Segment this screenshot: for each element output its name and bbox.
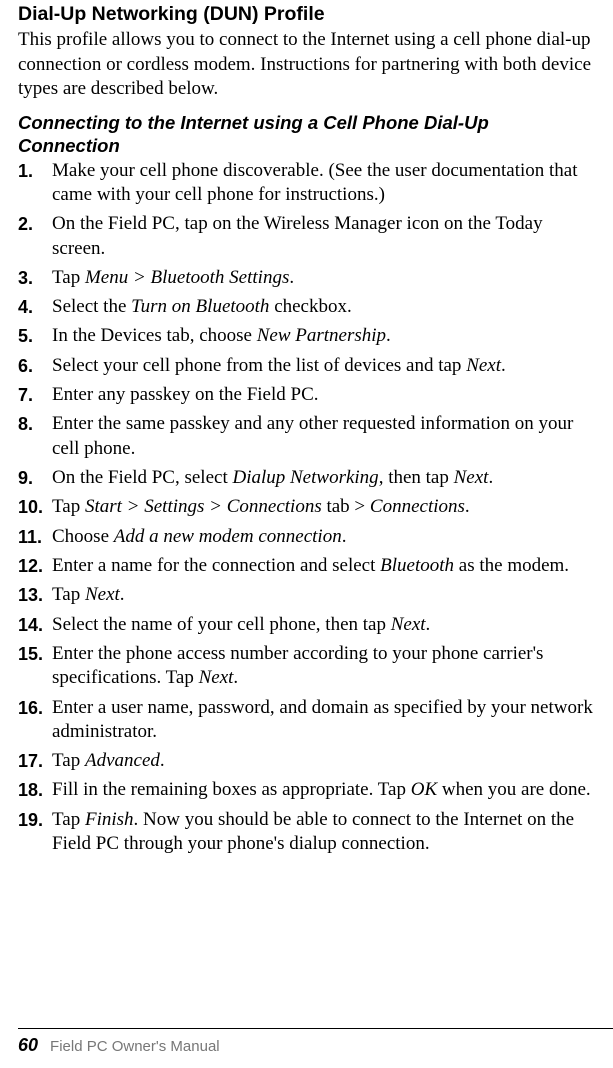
- list-item: 15. Enter the phone access number accord…: [18, 642, 595, 691]
- list-item: 2. On the Field PC, tap on the Wireless …: [18, 212, 595, 261]
- step-number: 13.: [18, 583, 52, 607]
- step-number: 17.: [18, 749, 52, 773]
- intro-paragraph: This profile allows you to connect to th…: [18, 28, 595, 101]
- step-number: 14.: [18, 613, 52, 637]
- list-item: 4. Select the Turn on Bluetooth checkbox…: [18, 295, 595, 319]
- step-number: 8.: [18, 412, 52, 436]
- step-text: Enter the same passkey and any other req…: [52, 412, 595, 461]
- step-text: Tap Menu > Bluetooth Settings.: [52, 266, 595, 290]
- step-number: 7.: [18, 383, 52, 407]
- list-item: 16. Enter a user name, password, and dom…: [18, 696, 595, 745]
- list-item: 7. Enter any passkey on the Field PC.: [18, 383, 595, 407]
- steps-list: 1. Make your cell phone discoverable. (S…: [18, 159, 595, 857]
- list-item: 3. Tap Menu > Bluetooth Settings.: [18, 266, 595, 290]
- step-text: In the Devices tab, choose New Partnersh…: [52, 324, 595, 348]
- step-number: 1.: [18, 159, 52, 183]
- list-item: 13. Tap Next.: [18, 583, 595, 607]
- step-number: 3.: [18, 266, 52, 290]
- step-text: Choose Add a new modem connection.: [52, 525, 595, 549]
- list-item: 6. Select your cell phone from the list …: [18, 354, 595, 378]
- list-item: 14. Select the name of your cell phone, …: [18, 613, 595, 637]
- list-item: 1. Make your cell phone discoverable. (S…: [18, 159, 595, 208]
- step-number: 2.: [18, 212, 52, 236]
- step-number: 19.: [18, 808, 52, 832]
- step-text: Tap Advanced.: [52, 749, 595, 773]
- list-item: 5. In the Devices tab, choose New Partne…: [18, 324, 595, 348]
- step-number: 4.: [18, 295, 52, 319]
- step-text: Tap Finish. Now you should be able to co…: [52, 808, 595, 857]
- list-item: 12. Enter a name for the connection and …: [18, 554, 595, 578]
- step-text: Tap Start > Settings > Connections tab >…: [52, 495, 595, 519]
- step-text: Enter a user name, password, and domain …: [52, 696, 595, 745]
- step-text: On the Field PC, tap on the Wireless Man…: [52, 212, 595, 261]
- step-text: Fill in the remaining boxes as appropria…: [52, 778, 595, 802]
- step-text: Make your cell phone discoverable. (See …: [52, 159, 595, 208]
- page-number: 60: [18, 1035, 38, 1055]
- step-text: On the Field PC, select Dialup Networkin…: [52, 466, 595, 490]
- page-footer: 60 Field PC Owner's Manual: [18, 1028, 613, 1056]
- section-heading: Dial-Up Networking (DUN) Profile: [18, 2, 595, 26]
- step-number: 5.: [18, 324, 52, 348]
- list-item: 19. Tap Finish. Now you should be able t…: [18, 808, 595, 857]
- list-item: 18. Fill in the remaining boxes as appro…: [18, 778, 595, 802]
- document-page: Dial-Up Networking (DUN) Profile This pr…: [0, 0, 613, 1068]
- step-number: 16.: [18, 696, 52, 720]
- step-number: 6.: [18, 354, 52, 378]
- step-text: Select the name of your cell phone, then…: [52, 613, 595, 637]
- step-text: Tap Next.: [52, 583, 595, 607]
- list-item: 9. On the Field PC, select Dialup Networ…: [18, 466, 595, 490]
- step-number: 15.: [18, 642, 52, 666]
- step-text: Select the Turn on Bluetooth checkbox.: [52, 295, 595, 319]
- step-number: 18.: [18, 778, 52, 802]
- list-item: 8. Enter the same passkey and any other …: [18, 412, 595, 461]
- footer-title: Field PC Owner's Manual: [50, 1038, 220, 1055]
- step-number: 10.: [18, 495, 52, 519]
- list-item: 11. Choose Add a new modem connection.: [18, 525, 595, 549]
- footer-inner: 60 Field PC Owner's Manual: [18, 1035, 613, 1056]
- list-item: 17. Tap Advanced.: [18, 749, 595, 773]
- step-number: 9.: [18, 466, 52, 490]
- step-text: Select your cell phone from the list of …: [52, 354, 595, 378]
- step-text: Enter the phone access number according …: [52, 642, 595, 691]
- sub-heading: Connecting to the Internet using a Cell …: [18, 111, 595, 157]
- step-text: Enter any passkey on the Field PC.: [52, 383, 595, 407]
- list-item: 10. Tap Start > Settings > Connections t…: [18, 495, 595, 519]
- step-text: Enter a name for the connection and sele…: [52, 554, 595, 578]
- step-number: 12.: [18, 554, 52, 578]
- step-number: 11.: [18, 525, 52, 549]
